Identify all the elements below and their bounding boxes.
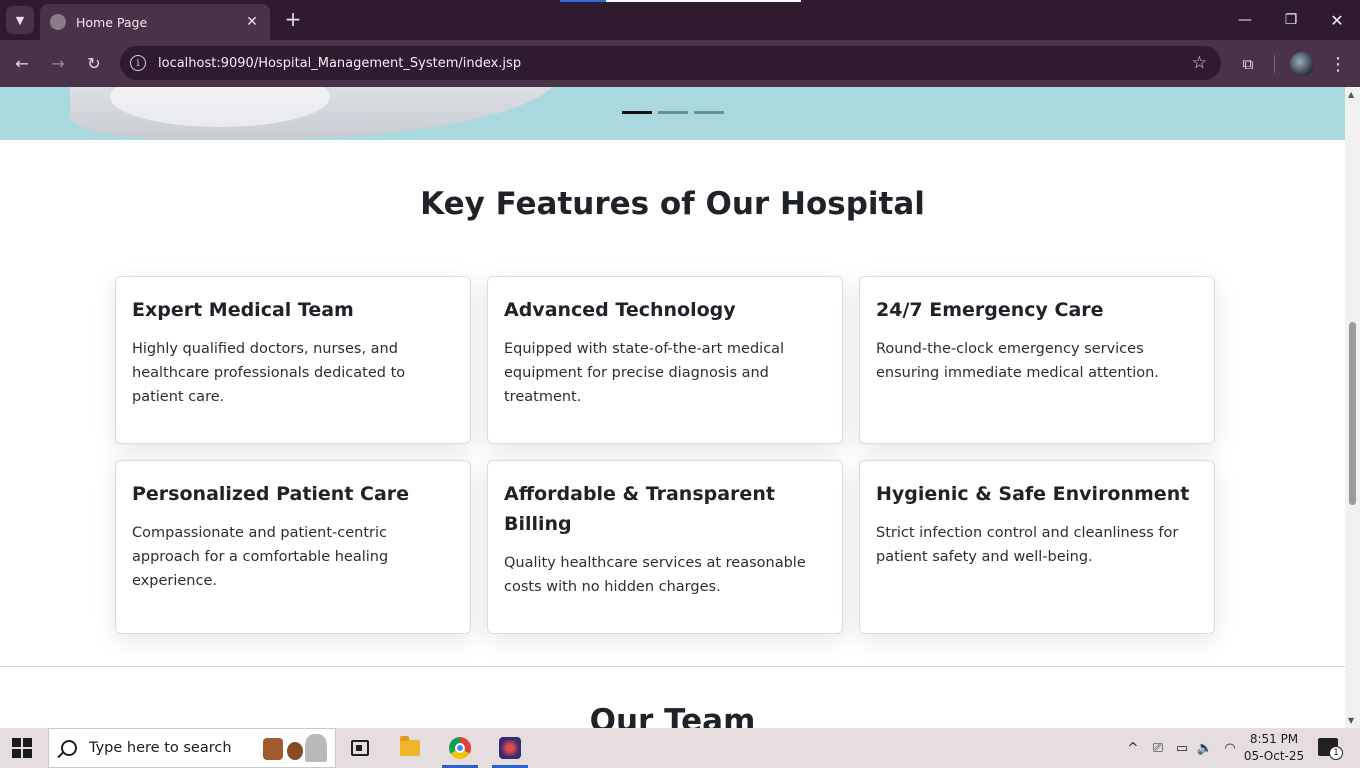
kebab-menu-icon[interactable]: ⋮ — [1328, 52, 1348, 76]
restore-button[interactable]: ❐ — [1268, 6, 1314, 34]
feature-card: Affordable & Transparent Billing Quality… — [487, 460, 843, 634]
feature-card-text: Quality healthcare services at reasonabl… — [504, 555, 806, 595]
arrow-left-icon: ← — [15, 53, 29, 73]
search-highlight-illustration — [261, 732, 331, 764]
toolbar-divider — [1274, 55, 1275, 73]
feature-card-title: Affordable & Transparent Billing — [504, 483, 775, 535]
new-tab-button[interactable]: + — [282, 9, 304, 31]
carousel-indicators — [622, 111, 724, 114]
windows-start-icon[interactable] — [12, 738, 34, 758]
file-explorer-button[interactable] — [386, 728, 434, 768]
reload-button[interactable]: ↻ — [80, 50, 108, 76]
reload-icon: ↻ — [87, 53, 101, 73]
clock-time: 8:51 PM — [1249, 732, 1299, 746]
feature-card-text: Strict infection control and cleanliness… — [876, 525, 1179, 565]
taskbar: Type here to search ^ ⎚ ▭ 🔈 ◠ 8:51 PM 05… — [0, 728, 1360, 768]
game-app-icon — [499, 737, 521, 759]
scrollbar-thumb[interactable] — [1349, 322, 1356, 505]
scroll-up-arrow-icon[interactable]: ▲ — [1348, 90, 1354, 99]
search-icon — [61, 740, 77, 756]
puzzle-icon[interactable]: ⧉ — [1237, 53, 1259, 75]
chrome-taskbar-button[interactable] — [436, 728, 484, 768]
restore-icon: ❐ — [1284, 12, 1298, 28]
url-text[interactable]: localhost:9090/Hospital_Management_Syste… — [158, 56, 1192, 71]
close-window-button[interactable]: ✕ — [1314, 6, 1360, 34]
feature-card: Expert Medical Team Highly qualified doc… — [115, 276, 471, 444]
tab-title: Home Page — [76, 14, 148, 30]
wifi-icon[interactable]: ◠ — [1222, 739, 1238, 757]
notification-badge: 1 — [1329, 746, 1343, 760]
task-view-icon — [351, 740, 369, 756]
hero-carousel — [0, 87, 1345, 140]
team-heading: Our Team — [589, 703, 756, 728]
feature-card-text: Equipped with state-of-the-art medical e… — [504, 341, 785, 405]
feature-card-text: Round-the-clock emergency services ensur… — [876, 341, 1159, 381]
page-viewport: Key Features of Our Hospital Expert Medi… — [0, 87, 1345, 728]
game-taskbar-button[interactable] — [486, 728, 534, 768]
feature-card-text: Compassionate and patient-centric approa… — [132, 525, 389, 589]
volume-icon[interactable]: 🔈 — [1197, 739, 1213, 757]
feature-card: Advanced Technology Equipped with state-… — [487, 276, 843, 444]
feature-card-title: Advanced Technology — [504, 299, 736, 321]
hero-image — [70, 87, 560, 139]
carousel-indicator-1[interactable] — [622, 111, 652, 114]
info-icon[interactable]: i — [130, 55, 146, 71]
clock-date: 05-Oct-25 — [1243, 749, 1305, 763]
close-icon[interactable]: ✕ — [244, 14, 260, 30]
carousel-indicator-2[interactable] — [658, 111, 688, 114]
chevron-down-icon: ▼ — [15, 13, 25, 27]
plus-icon: + — [284, 7, 302, 31]
feature-card-title: Hygienic & Safe Environment — [876, 483, 1190, 505]
minimize-button[interactable]: — — [1222, 6, 1268, 34]
feature-card-title: Personalized Patient Care — [132, 483, 410, 505]
meet-now-icon[interactable]: ⎚ — [1150, 739, 1166, 757]
arrow-right-icon: → — [51, 53, 65, 73]
taskbar-search-box[interactable]: Type here to search — [48, 728, 336, 768]
task-view-button[interactable] — [336, 728, 384, 768]
features-heading: Key Features of Our Hospital — [420, 186, 925, 222]
section-divider — [0, 666, 1345, 667]
search-placeholder: Type here to search — [89, 740, 232, 756]
system-clock[interactable]: 8:51 PM 05-Oct-25 — [1240, 731, 1308, 765]
forward-button[interactable]: → — [44, 50, 72, 76]
browser-toolbar: ← → ↻ i localhost:9090/Hospital_Manageme… — [0, 40, 1360, 87]
folder-icon — [400, 736, 420, 756]
close-icon: ✕ — [1330, 10, 1344, 30]
tab-list-button[interactable]: ▼ — [6, 6, 34, 34]
globe-icon — [50, 14, 66, 30]
feature-card-title: 24/7 Emergency Care — [876, 299, 1104, 321]
feature-card: Personalized Patient Care Compassionate … — [115, 460, 471, 634]
feature-card: 24/7 Emergency Care Round-the-clock emer… — [859, 276, 1215, 444]
profile-avatar[interactable] — [1290, 52, 1314, 76]
carousel-indicator-3[interactable] — [694, 111, 724, 114]
tab-home-page[interactable]: Home Page ✕ — [40, 4, 270, 40]
loading-indicator — [560, 0, 801, 2]
chevron-up-icon[interactable]: ^ — [1126, 739, 1140, 757]
feature-card: Hygienic & Safe Environment Strict infec… — [859, 460, 1215, 634]
feature-card-title: Expert Medical Team — [132, 299, 354, 321]
page-scrollbar[interactable]: ▲ ▼ — [1345, 87, 1360, 728]
chrome-icon — [449, 737, 471, 759]
battery-icon[interactable]: ▭ — [1173, 739, 1191, 757]
scroll-down-arrow-icon[interactable]: ▼ — [1348, 716, 1354, 725]
back-button[interactable]: ← — [8, 50, 36, 76]
minimize-icon: — — [1238, 12, 1252, 28]
address-bar[interactable]: i localhost:9090/Hospital_Management_Sys… — [120, 46, 1221, 80]
feature-card-text: Highly qualified doctors, nurses, and he… — [132, 341, 406, 405]
star-icon[interactable]: ☆ — [1192, 53, 1207, 73]
browser-tab-bar: ▼ Home Page ✕ + — ❐ ✕ — [0, 0, 1360, 40]
